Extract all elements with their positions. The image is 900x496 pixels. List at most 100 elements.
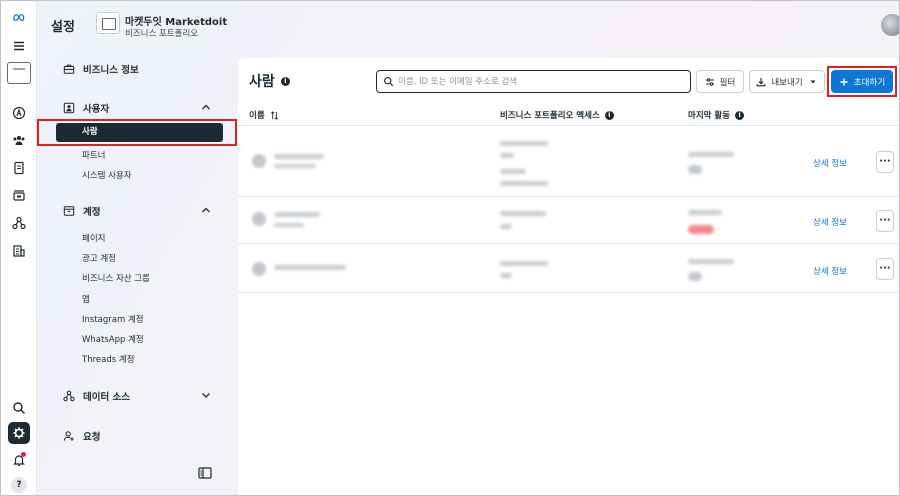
user-avatar-blurred	[252, 154, 266, 168]
sidebar-item-system-users[interactable]: 시스템 사용자	[82, 169, 132, 181]
sidebar-item-apps[interactable]: 앱	[82, 293, 90, 305]
column-name[interactable]: 이름	[249, 109, 279, 121]
info-icon[interactable]: i	[604, 110, 614, 120]
sidebar-section-data-sources[interactable]: 데이터 소스	[63, 389, 130, 403]
filter-label: 필터	[719, 77, 736, 88]
download-icon	[757, 77, 766, 86]
chevron-up-icon[interactable]	[201, 205, 211, 215]
chevron-down-icon[interactable]	[201, 390, 211, 400]
app-window: ? 설정 마켓두잇 Marketdoit 비즈니스 포트폴리오 비즈니스 정보 …	[0, 0, 900, 496]
filter-button[interactable]: 필터	[696, 70, 744, 93]
business-portfolio-logo[interactable]	[96, 12, 120, 34]
page-title-wrap: 사람 i	[249, 71, 290, 91]
user-email-blurred	[274, 164, 316, 168]
sidebar-section-label: 사용자	[83, 104, 110, 115]
last-activity-blurred	[688, 259, 734, 264]
sidebar-section-users[interactable]: 사용자	[63, 101, 109, 115]
activity-badge-blurred	[688, 225, 714, 234]
table-header: 이름 비즈니스 포트폴리오 액세스 i 마지막 활동 i	[238, 104, 899, 126]
highlight-box-invite	[827, 66, 897, 97]
details-link[interactable]: 상세 정보	[813, 216, 847, 228]
last-activity-blurred	[688, 210, 722, 215]
user-name-blurred	[274, 154, 324, 159]
access-info-blurred	[500, 181, 548, 186]
sidebar-item-label: 요청	[83, 432, 101, 443]
commerce-icon[interactable]	[8, 184, 30, 206]
details-link[interactable]: 상세 정보	[813, 157, 847, 169]
icon-rail: ?	[1, 1, 37, 495]
account-box-icon	[63, 206, 75, 216]
sidebar-item-threads-accounts[interactable]: Threads 계정	[82, 353, 135, 365]
filter-sliders-icon	[705, 77, 714, 86]
user-name-blurred	[274, 265, 346, 270]
business-name[interactable]: 마켓두잇 Marketdoit	[125, 13, 227, 28]
activity-badge-blurred	[688, 165, 702, 174]
business-portfolio-icon[interactable]	[7, 62, 31, 84]
help-icon[interactable]: ?	[11, 477, 27, 493]
data-sources-icon	[63, 390, 75, 402]
caret-down-icon	[810, 80, 816, 83]
user-badge-icon	[63, 102, 75, 114]
column-access: 비즈니스 포트폴리오 액세스 i	[500, 109, 614, 121]
column-label: 이름	[249, 111, 265, 121]
avatar[interactable]	[881, 14, 899, 36]
billing-icon[interactable]	[8, 240, 30, 262]
more-options-button[interactable]: ···	[876, 258, 894, 280]
export-label: 내보내기	[771, 77, 803, 88]
search-input[interactable]	[398, 76, 678, 87]
search-icon[interactable]	[8, 397, 30, 419]
sidebar-item-partners[interactable]: 파트너	[82, 149, 105, 161]
settings-gear-icon[interactable]	[8, 422, 30, 444]
highlight-box-people	[37, 119, 237, 146]
search-icon	[384, 77, 394, 87]
data-sources-icon[interactable]	[8, 212, 30, 234]
sidebar-item-ad-accounts[interactable]: 광고 계정	[82, 252, 116, 264]
sidebar-item-business-asset-groups[interactable]: 비즈니스 자산 그룹	[82, 272, 150, 284]
table-row[interactable]: 상세 정보 ···	[238, 198, 899, 244]
sidebar-section-accounts[interactable]: 계정	[63, 204, 100, 218]
access-info-blurred	[500, 261, 548, 266]
table-row[interactable]: 상세 정보 ···	[238, 127, 899, 197]
access-info-blurred	[500, 169, 526, 174]
notification-dot	[21, 452, 26, 457]
user-email-blurred	[274, 223, 304, 227]
last-activity-blurred	[688, 152, 734, 157]
chevron-up-icon[interactable]	[201, 102, 211, 112]
info-icon[interactable]: i	[735, 110, 745, 120]
sidebar-item-requests[interactable]: 요청	[63, 429, 100, 443]
sidebar-item-instagram-accounts[interactable]: Instagram 계정	[82, 313, 144, 325]
user-name-blurred	[274, 212, 320, 217]
menu-icon[interactable]	[8, 35, 30, 57]
sidebar-item-business-info[interactable]: 비즈니스 정보	[63, 62, 139, 76]
pages-icon[interactable]	[8, 157, 30, 179]
collapse-sidebar-icon[interactable]	[198, 467, 212, 479]
access-info-blurred	[500, 224, 512, 229]
access-info-blurred	[500, 141, 548, 146]
sidebar-item-whatsapp-accounts[interactable]: WhatsApp 계정	[82, 333, 144, 345]
search-box[interactable]	[376, 70, 691, 93]
access-info-blurred	[500, 273, 512, 278]
people-panel: 사람 i 필터 내보내기 초대하기 이름 비즈니스 포트	[238, 58, 899, 495]
user-avatar-blurred	[252, 262, 266, 276]
settings-title: 설정	[51, 20, 75, 35]
sidebar-section-label: 데이터 소스	[83, 392, 131, 403]
notifications-bell-icon[interactable]	[8, 449, 30, 471]
sidebar-section-label: 계정	[83, 207, 101, 218]
export-button[interactable]: 내보내기	[749, 70, 825, 93]
access-info-blurred	[500, 211, 546, 216]
briefcase-icon	[63, 64, 75, 74]
more-options-button[interactable]: ···	[876, 210, 894, 232]
audience-icon[interactable]	[8, 129, 30, 151]
column-last-activity: 마지막 활동 i	[688, 109, 745, 121]
table-row[interactable]: 상세 정보 ···	[238, 245, 899, 293]
activity-badge-blurred	[688, 272, 702, 281]
ads-icon[interactable]	[8, 102, 30, 124]
meta-logo-icon[interactable]	[8, 6, 30, 28]
sidebar-item-pages[interactable]: 페이지	[82, 232, 105, 244]
more-options-button[interactable]: ···	[876, 151, 894, 173]
details-link[interactable]: 상세 정보	[813, 265, 847, 277]
column-label: 비즈니스 포트폴리오 액세스	[500, 111, 600, 121]
info-icon[interactable]: i	[280, 76, 290, 86]
sidebar-item-label: 비즈니스 정보	[83, 65, 139, 76]
sort-icon	[270, 110, 278, 120]
